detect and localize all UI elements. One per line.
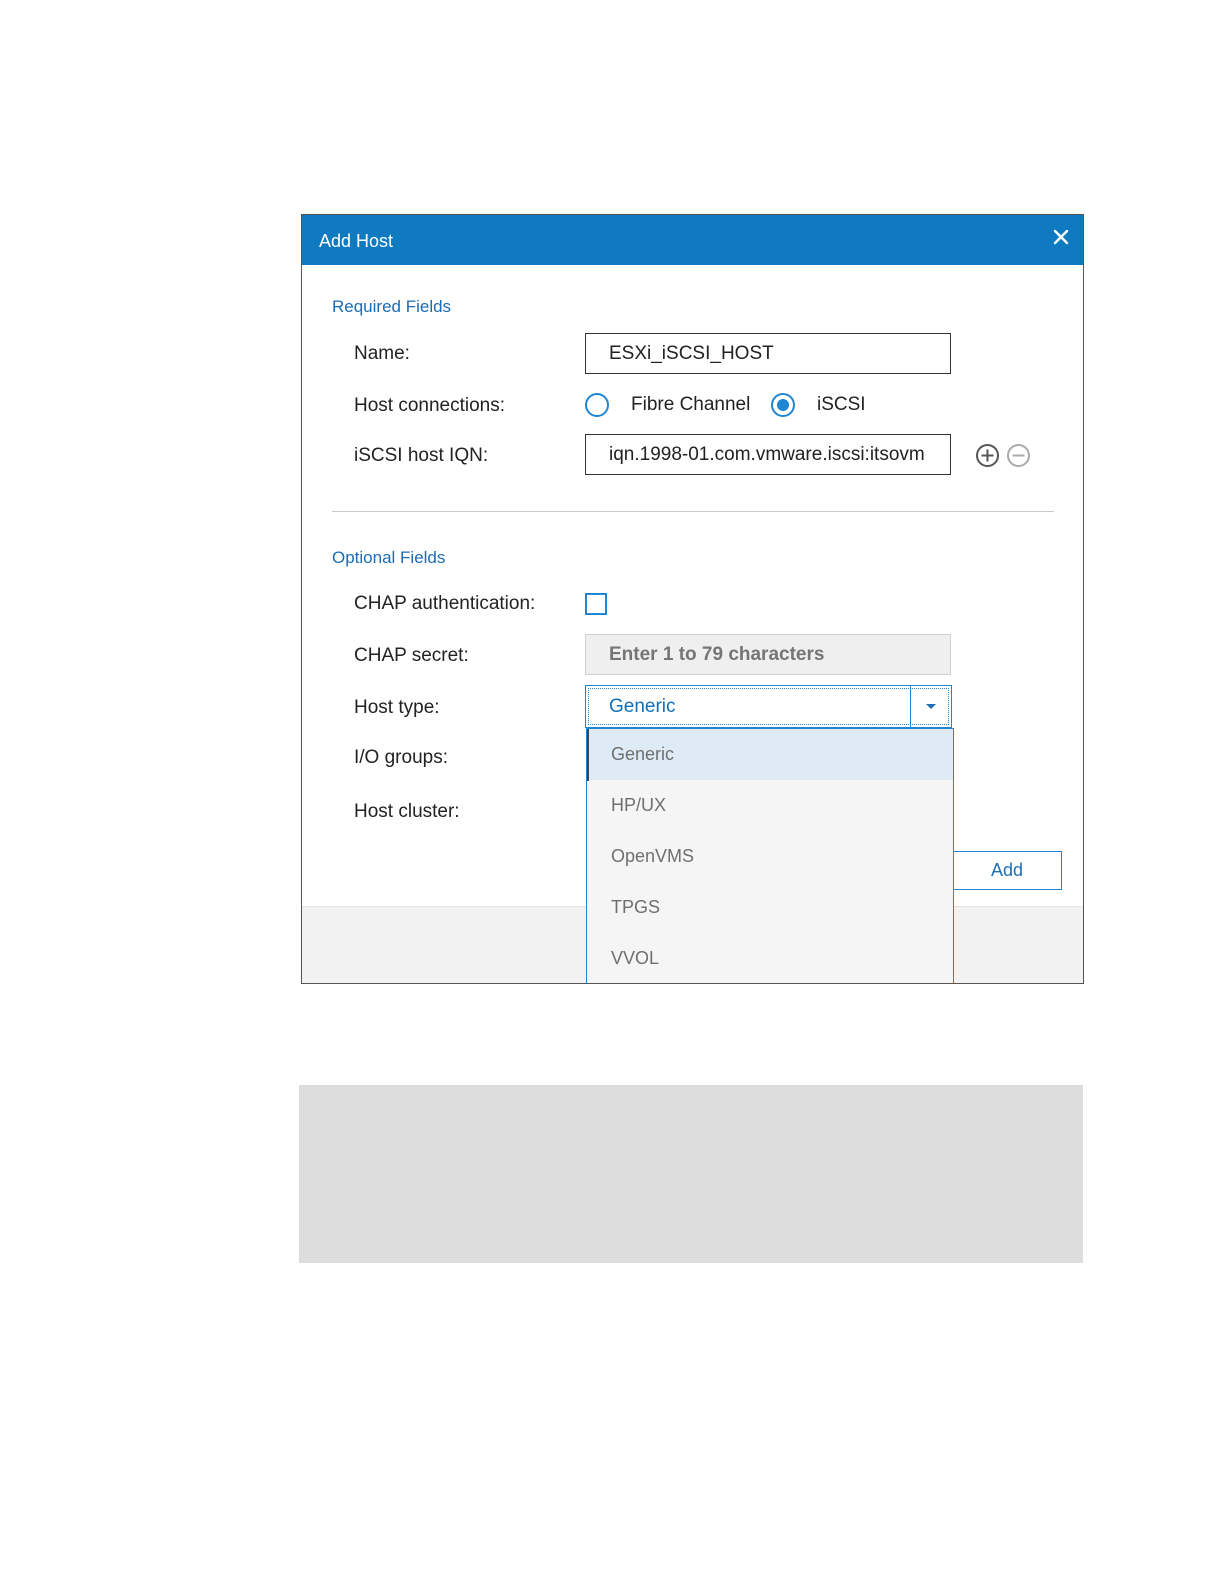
- gray-note-panel: [299, 1085, 1083, 1263]
- host-type-selected-value: Generic: [609, 696, 676, 717]
- name-input[interactable]: [585, 333, 951, 374]
- dialog-title: Add Host: [319, 231, 394, 251]
- host-type-dropdown-list: Generic HP/UX OpenVMS TPGS VVOL: [586, 728, 954, 983]
- chap-authentication-checkbox[interactable]: [585, 593, 607, 615]
- host-cluster-label: Host cluster:: [354, 801, 460, 822]
- host-connections-label: Host connections:: [354, 395, 506, 416]
- fibre-channel-radio[interactable]: [585, 393, 609, 417]
- iscsi-radio[interactable]: [771, 393, 795, 417]
- add-button[interactable]: Add: [952, 851, 1062, 890]
- host-type-label: Host type:: [354, 697, 440, 718]
- fibre-channel-label: Fibre Channel: [631, 394, 751, 415]
- host-type-option-vvol[interactable]: VVOL: [587, 933, 953, 983]
- optional-fields-heading: Optional Fields: [332, 548, 446, 567]
- chap-secret-input[interactable]: [585, 634, 951, 675]
- add-iqn-button[interactable]: [975, 443, 1000, 468]
- section-divider: [332, 511, 1054, 512]
- host-type-option-hpux[interactable]: HP/UX: [587, 780, 953, 831]
- iqn-input[interactable]: [585, 434, 951, 475]
- host-type-select[interactable]: Generic: [585, 685, 952, 728]
- add-host-dialog: Add Host Required Fields Name: Host conn…: [301, 214, 1084, 984]
- close-icon: [1053, 229, 1069, 245]
- dialog-titlebar: Add Host: [302, 215, 1083, 265]
- close-button[interactable]: [1049, 225, 1073, 249]
- host-type-option-openvms[interactable]: OpenVMS: [587, 831, 953, 882]
- host-type-option-tpgs[interactable]: TPGS: [587, 882, 953, 933]
- minus-circle-icon: [1007, 444, 1030, 467]
- dropdown-focus-marker: [587, 729, 589, 781]
- io-groups-label: I/O groups:: [354, 747, 448, 768]
- iscsi-label: iSCSI: [817, 394, 866, 415]
- iqn-label: iSCSI host IQN:: [354, 445, 489, 466]
- plus-circle-icon: [976, 444, 999, 467]
- host-type-option-generic[interactable]: Generic: [587, 729, 953, 780]
- remove-iqn-button[interactable]: [1006, 443, 1031, 468]
- caret-down-icon: [926, 703, 936, 709]
- required-fields-heading: Required Fields: [332, 297, 452, 316]
- chap-secret-label: CHAP secret:: [354, 645, 469, 666]
- host-type-dropdown-toggle[interactable]: [910, 686, 951, 727]
- name-label: Name:: [354, 343, 410, 364]
- chap-authentication-label: CHAP authentication:: [354, 593, 536, 614]
